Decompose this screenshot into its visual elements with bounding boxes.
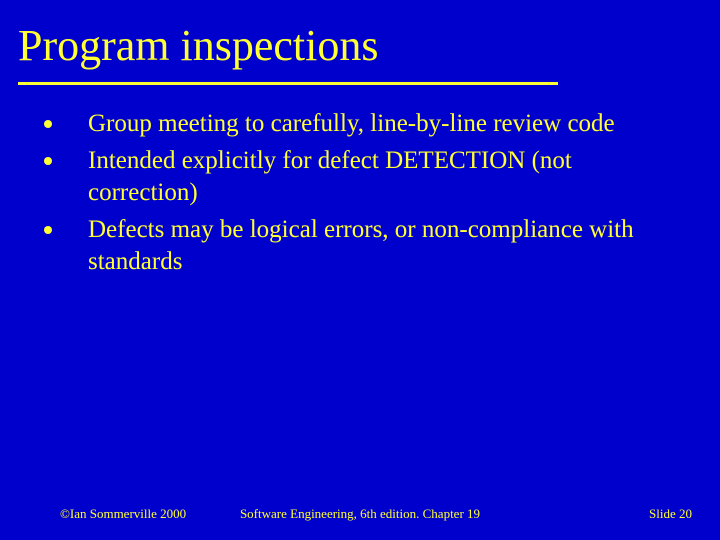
list-item: Group meeting to carefully, line-by-line… <box>40 108 680 141</box>
list-item: Defects may be logical errors, or non-co… <box>40 214 680 279</box>
footer-left: ©Ian Sommerville 2000 <box>60 506 186 522</box>
list-item: Intended explicitly for defect DETECTION… <box>40 145 680 210</box>
bullet-list: Group meeting to carefully, line-by-line… <box>40 108 680 279</box>
footer-right: Slide 20 <box>649 506 692 522</box>
title-underline <box>18 82 558 85</box>
slide-body: Group meeting to carefully, line-by-line… <box>40 108 680 283</box>
slide-title: Program inspections <box>18 20 680 77</box>
slide-footer: ©Ian Sommerville 2000 Software Engineeri… <box>0 506 720 522</box>
slide: Program inspections Group meeting to car… <box>0 0 720 540</box>
